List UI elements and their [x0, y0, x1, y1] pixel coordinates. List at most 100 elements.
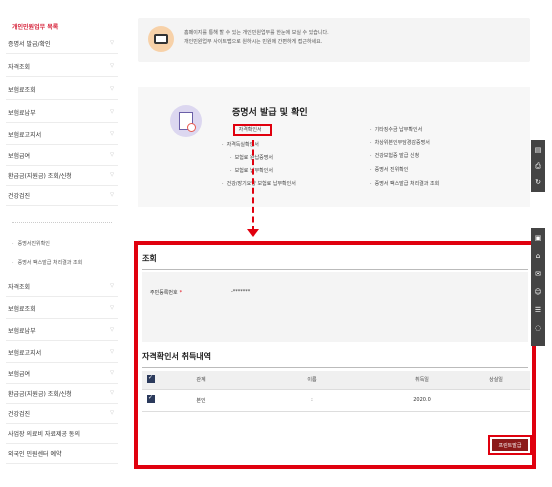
select-all-checkbox[interactable]: [142, 371, 160, 389]
inquiry-form: [142, 272, 528, 342]
sidebar-item-label: 사업장 의료비 자료제공 동의: [8, 431, 80, 438]
rrn-label-text: 주민등록번호: [150, 290, 178, 296]
sidebar-item-benefits[interactable]: 보험급여 ▽: [6, 364, 118, 384]
name-cell: :: [311, 397, 313, 403]
sidebar-item-label: 보험료고지서: [8, 132, 42, 139]
column-header: 상실일: [462, 371, 530, 389]
home-icon[interactable]: ⌂: [534, 252, 542, 260]
divider: [142, 367, 528, 368]
highlight-box: [233, 124, 272, 136]
sidebar-item-label: 보험급여: [8, 371, 31, 378]
sidebar-item-label: 증명서 발급/확인: [8, 41, 51, 48]
quick-menu: ▣ ⌂ ✉ ☺ ☰ ◌: [531, 228, 545, 346]
link-other-collection[interactable]: 기타징수금 납부확인서: [370, 126, 423, 133]
required-mark: *: [179, 290, 183, 296]
column-header: 이름: [242, 371, 382, 389]
info-line: 개인민원업무 사이트맵으로 원하시는 민원에 간편하게 접근하세요.: [184, 39, 323, 45]
refresh-icon[interactable]: ↻: [534, 178, 542, 186]
chevron-down-icon: ▽: [110, 370, 114, 376]
divider: [142, 269, 528, 270]
sidebar-subitem-fax-result[interactable]: 증명서 팩스발급 처리결과 조회: [12, 259, 83, 266]
divider: [12, 222, 112, 226]
link-longterm-payment-confirm[interactable]: 건강/장기요양 보험료 납부확인서: [222, 180, 296, 187]
sidebar-item-label: 보험료납부: [8, 110, 36, 117]
column-header: 관계: [160, 371, 242, 389]
table-header-row: 관계 이름 취득일 상실일: [142, 371, 530, 389]
sidebar-item-label: 보험료납부: [8, 328, 36, 335]
link-copay-reduction[interactable]: 차상위본인부담경감증명서: [370, 139, 430, 146]
sidebar-item-benefits[interactable]: 보험급여 ▽: [6, 146, 118, 166]
chat-icon[interactable]: ◌: [534, 324, 542, 332]
sidebar-item-premium-inquiry[interactable]: 보험료조회 ▽: [6, 299, 118, 319]
list-icon[interactable]: ☰: [534, 306, 542, 314]
sidebar-item-qualification[interactable]: 자격조회 ▽: [6, 277, 118, 297]
chevron-down-icon: ▽: [110, 40, 114, 46]
chevron-down-icon: ▽: [110, 86, 114, 92]
sidebar-item-premium-inquiry[interactable]: 보험료조회 ▽: [6, 80, 118, 100]
sidebar-item-premium-payment[interactable]: 보험료납부 ▽: [6, 321, 118, 341]
user-icon[interactable]: ☺: [534, 288, 542, 296]
document-search-icon: [170, 105, 202, 137]
sidebar-item-refund[interactable]: 환급금(지원금) 조회/신청 ▽: [6, 166, 118, 186]
link-insurance-card-request[interactable]: 건강보험증 발급 신청: [370, 152, 420, 159]
sidebar-item-label: 환급금(지원금) 조회/신청: [8, 173, 72, 180]
card-icon[interactable]: ▣: [534, 234, 542, 242]
sidebar-item-certificate[interactable]: 증명서 발급/확인 ▽: [6, 34, 118, 54]
sidebar-title: 개인민원업무 목록: [12, 24, 59, 31]
chevron-down-icon: ▽: [110, 192, 114, 198]
inquiry-title: 조회: [142, 254, 157, 263]
sidebar-item-label: 보험료조회: [8, 87, 36, 94]
row-checkbox[interactable]: [142, 389, 160, 411]
sidebar-item-label: 자격조회: [8, 284, 31, 291]
rrn-label: 주민등록번호 *: [150, 289, 182, 296]
history-table: 관계 이름 취득일 상실일 본인 : 2020.0: [142, 371, 530, 412]
column-header: 취득일: [382, 371, 462, 389]
print-button-highlight: 프린트발급: [488, 435, 532, 455]
sidebar-item-premium-notice[interactable]: 보험료고지서 ▽: [6, 343, 118, 363]
chevron-down-icon: ▽: [110, 131, 114, 137]
certificate-menu-card: 증명서 발급 및 확인 자격확인서 자격득실확인서 보험료 완납증명서 보험료 …: [138, 87, 530, 207]
sidebar-item-label: 보험급여: [8, 153, 31, 160]
link-fax-result[interactable]: 증명서 팩스발급 처리결과 조회: [370, 180, 440, 187]
result-panel: 조회 주민등록번호* -******* 자격확인서 취득내역 관계 이름 취득일…: [134, 241, 536, 469]
info-line: 홈페이지를 통해 할 수 있는 개인민원업무를 한눈에 보실 수 있습니다.: [184, 30, 329, 36]
sidebar-item-label: 보험료조회: [8, 306, 36, 313]
sidebar-item-label: 보험료고지서: [8, 350, 42, 357]
chevron-down-icon: ▽: [110, 390, 114, 396]
info-banner: 홈페이지를 통해 할 수 있는 개인민원업무를 한눈에 보실 수 있습니다. 개…: [138, 18, 530, 62]
checkbox-checked-icon: [147, 374, 155, 383]
sidebar-item-premium-notice[interactable]: 보험료고지서 ▽: [6, 125, 118, 145]
sidebar-item-qualification[interactable]: 자격조회 ▽: [6, 57, 118, 77]
rrn-field[interactable]: -*******: [231, 289, 250, 295]
certificate-menu-title: 증명서 발급 및 확인: [232, 108, 308, 118]
document-icon[interactable]: ▤: [534, 146, 542, 154]
sidebar-item-medical-consent[interactable]: 사업장 의료비 자료제공 동의: [6, 424, 118, 444]
sidebar-item-premium-payment[interactable]: 보험료납부 ▽: [6, 103, 118, 123]
sidebar-item-label: 환급금(지원금) 조회/신청: [8, 391, 72, 398]
mail-icon[interactable]: ✉: [534, 270, 542, 278]
sidebar-item-foreigner-reservation[interactable]: 외국인 민원센터 예약: [6, 444, 118, 464]
lost-date-cell: [462, 389, 530, 411]
sidebar-item-checkup[interactable]: 건강검진 ▽: [6, 404, 118, 424]
monitor-icon: [148, 26, 174, 52]
chevron-down-icon: ▽: [110, 349, 114, 355]
chevron-down-icon: ▽: [110, 172, 114, 178]
sidebar-item-label: 외국인 민원센터 예약: [8, 451, 62, 458]
sidebar: 개인민원업무 목록 증명서 발급/확인 ▽ 자격조회 ▽ 보험료조회 ▽ 보험료납부 ▽…: [0, 0, 124, 487]
link-certificate-verify[interactable]: 증명서 진위확인: [370, 166, 409, 173]
sidebar-item-checkup[interactable]: 건강검진 ▽: [6, 186, 118, 206]
chevron-down-icon: ▽: [110, 283, 114, 289]
arrow-down-icon: [247, 229, 259, 237]
chevron-down-icon: ▽: [110, 305, 114, 311]
sidebar-subitem-verify[interactable]: 증명서진위확인: [12, 240, 50, 247]
sidebar-item-refund[interactable]: 환급금(지원금) 조회/신청 ▽: [6, 384, 118, 404]
quick-menu: ▤ ⎙ ↻: [531, 140, 545, 192]
chevron-down-icon: ▽: [110, 410, 114, 416]
relation-cell: 본인: [196, 397, 206, 404]
sidebar-item-label: 건강검진: [8, 193, 31, 200]
table-row: 본인 : 2020.0: [142, 389, 530, 411]
acquired-date-cell: 2020.0: [413, 397, 431, 403]
chevron-down-icon: ▽: [110, 152, 114, 158]
print-button[interactable]: 프린트발급: [492, 439, 528, 451]
print-icon[interactable]: ⎙: [534, 162, 542, 170]
